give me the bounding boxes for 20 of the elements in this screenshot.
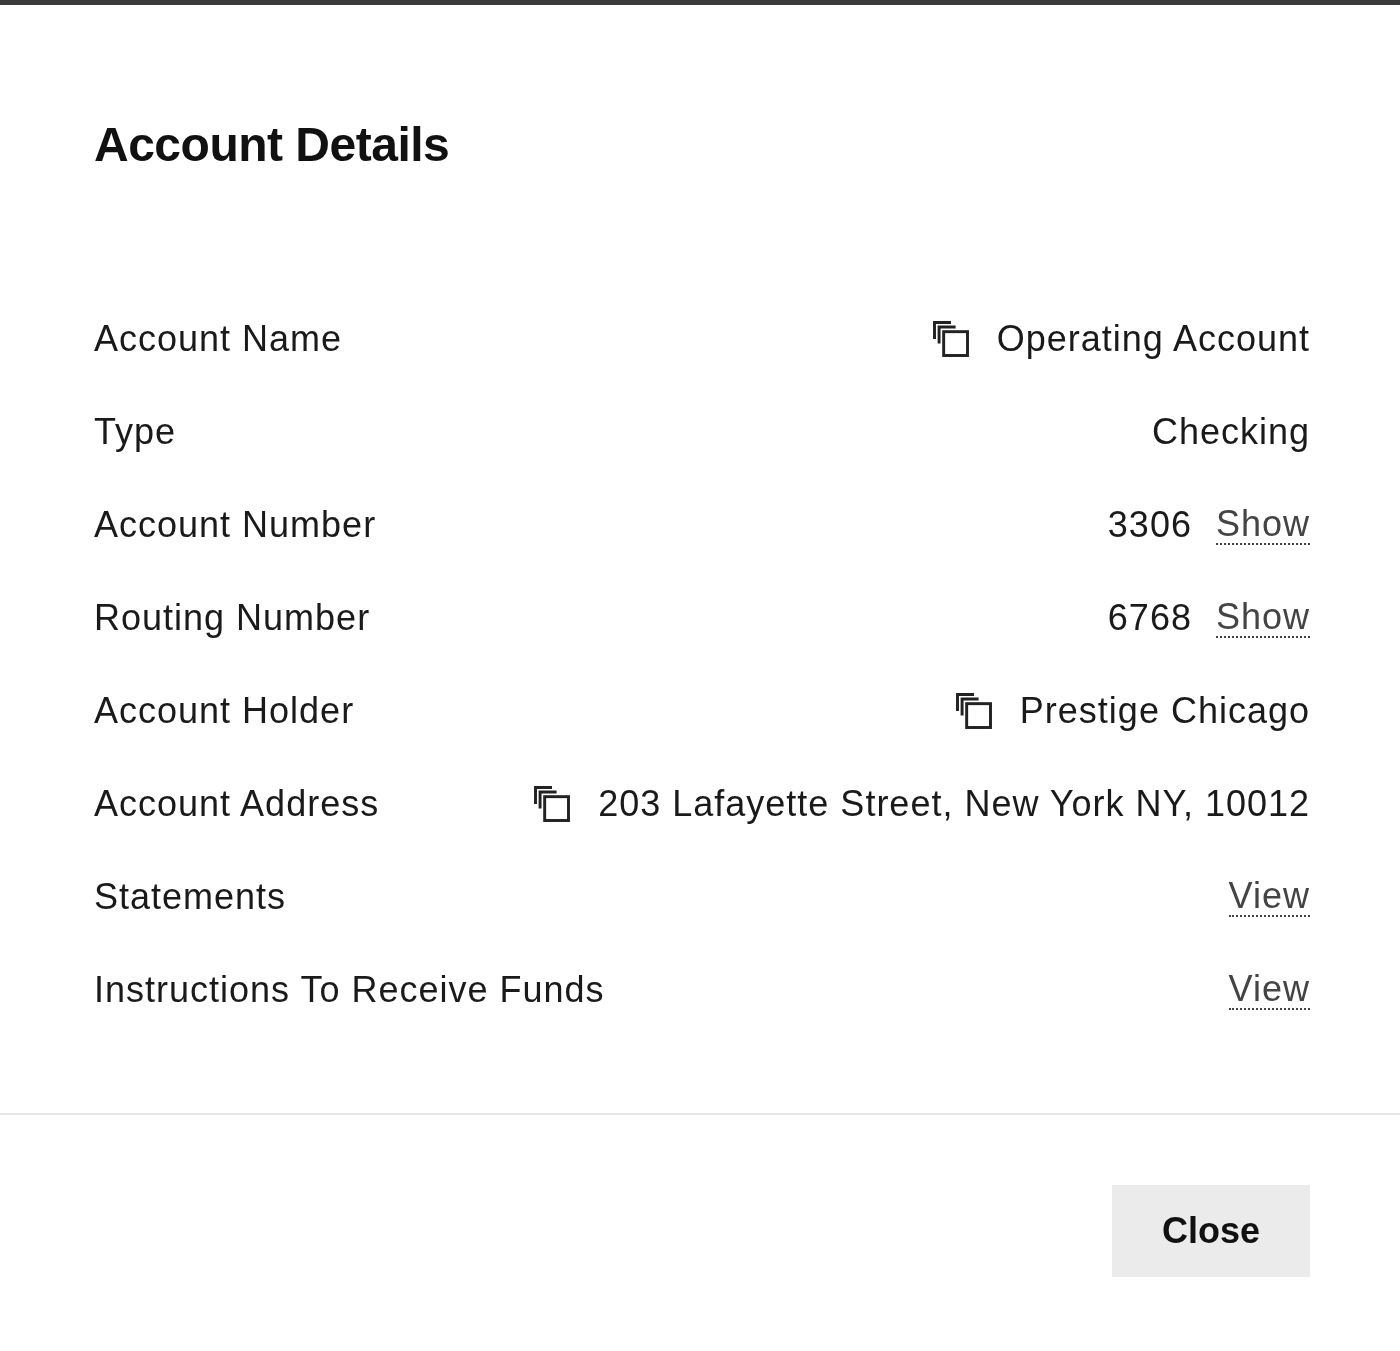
close-button[interactable]: Close — [1112, 1185, 1310, 1277]
field-label: Account Holder — [94, 689, 355, 732]
field-value: 3306 — [1107, 503, 1192, 546]
field-label: Account Name — [94, 317, 343, 360]
field-value: Operating Account — [996, 317, 1310, 360]
field-label: Account Number — [94, 503, 377, 546]
field-label: Type — [94, 410, 177, 453]
field-label: Statements — [94, 875, 287, 918]
field-label: Instructions To Receive Funds — [94, 968, 605, 1011]
dialog-title: Account Details — [94, 117, 451, 172]
field-value: 203 Lafayette Street, New York NY, 10012 — [598, 782, 1310, 825]
show-link[interactable]: Show — [1215, 596, 1310, 639]
show-link[interactable]: Show — [1215, 503, 1310, 546]
field-label: Routing Number — [94, 596, 371, 639]
view-link[interactable]: View — [1228, 875, 1310, 918]
view-link[interactable]: View — [1228, 968, 1310, 1011]
field-value: Checking — [1151, 410, 1310, 453]
field-value: Prestige Chicago — [1019, 689, 1310, 732]
field-value: 6768 — [1107, 596, 1192, 639]
field-label: Account Address — [94, 782, 380, 825]
